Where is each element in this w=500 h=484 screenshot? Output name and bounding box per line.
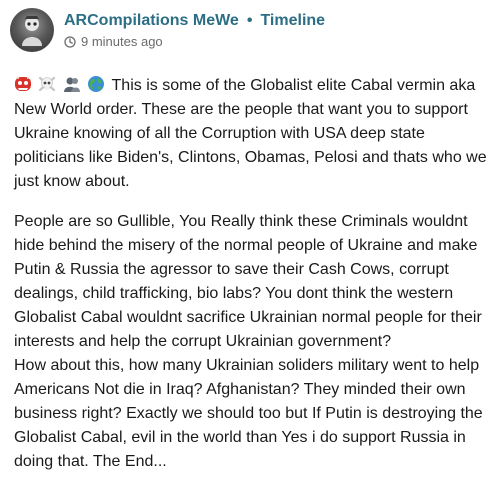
post-text-line: Ukraine knowing of all the Corruption wi…: [14, 122, 490, 146]
post-text: New World order. These are the people th…: [14, 101, 468, 118]
post-text: hide behind the misery of the normal peo…: [14, 237, 478, 254]
post-text: just know about.: [14, 173, 130, 190]
post-text: Americans Not die in Iraq? Afghanistan? …: [14, 381, 466, 398]
post-text-line: just know about.: [14, 170, 490, 194]
post-text: Putin & Russia the agressor to save thei…: [14, 261, 449, 278]
post-text: Globalist Cabal wouldnt sacrifice Ukrain…: [14, 309, 482, 326]
post-text-line: doing that. The End...: [14, 450, 490, 474]
post-text-line: hide behind the misery of the normal peo…: [14, 234, 490, 258]
author-name-link[interactable]: ARCompilations MeWe: [64, 12, 239, 30]
post-text-line: Americans Not die in Iraq? Afghanistan? …: [14, 378, 490, 402]
post-text-line: politicians like Biden's, Clintons, Obam…: [14, 146, 490, 170]
clock-icon: [64, 35, 76, 48]
post-text-line: Globalist Cabal wouldnt sacrifice Ukrain…: [14, 306, 490, 330]
post-text-line: This is some of the Globalist elite Caba…: [14, 74, 490, 98]
skull-crossbones-emoji: [39, 76, 56, 92]
post-text-line: New World order. These are the people th…: [14, 98, 490, 122]
post-text: Ukraine knowing of all the Corruption wi…: [14, 125, 425, 142]
post-text: Globalist Cabal, evil in the world than …: [14, 429, 466, 446]
post-text-line: interests and help the corrupt Ukrainian…: [14, 330, 490, 354]
post-text-line: How about this, how many Ukrainian solid…: [14, 354, 490, 378]
post-text-line: Globalist Cabal, evil in the world than …: [14, 426, 490, 450]
post-text-line: Putin & Russia the agressor to save thei…: [14, 258, 490, 282]
post-paragraph-1: This is some of the Globalist elite Caba…: [14, 74, 490, 194]
avatar[interactable]: [10, 8, 54, 52]
post-text-line: dealings, child trafficking, bio labs? Y…: [14, 282, 490, 306]
post-card: ARCompilations MeWe • Timeline 9 minutes…: [0, 0, 500, 484]
meta-separator: •: [246, 12, 253, 29]
post-text: business right? Exactly we should too bu…: [14, 405, 483, 422]
post-paragraph-2: People are so Gullible, You Really think…: [14, 210, 490, 474]
globe-emoji: [88, 76, 105, 92]
post-text-line: People are so Gullible, You Really think…: [14, 210, 490, 234]
post-text: dealings, child trafficking, bio labs? Y…: [14, 285, 454, 302]
timeline-link[interactable]: Timeline: [260, 12, 325, 30]
post-text: doing that. The End...: [14, 453, 167, 470]
post-timestamp: 9 minutes ago: [81, 34, 163, 49]
post-text: interests and help the corrupt Ukrainian…: [14, 333, 392, 350]
post-text: politicians like Biden's, Clintons, Obam…: [14, 149, 487, 166]
post-text: People are so Gullible, You Really think…: [14, 213, 468, 230]
ogre-mask-emoji: [15, 75, 31, 91]
post-body: This is some of the Globalist elite Caba…: [14, 74, 490, 474]
avatar-icon: [22, 16, 42, 46]
post-text-line: business right? Exactly we should too bu…: [14, 402, 490, 426]
post-text: How about this, how many Ukrainian solid…: [14, 357, 480, 374]
post-meta: ARCompilations MeWe • Timeline 9 minutes…: [64, 12, 325, 49]
post-header: ARCompilations MeWe • Timeline 9 minutes…: [10, 8, 325, 60]
silhouette-emoji: [63, 77, 80, 92]
post-text: This is some of the Globalist elite Caba…: [111, 77, 476, 94]
